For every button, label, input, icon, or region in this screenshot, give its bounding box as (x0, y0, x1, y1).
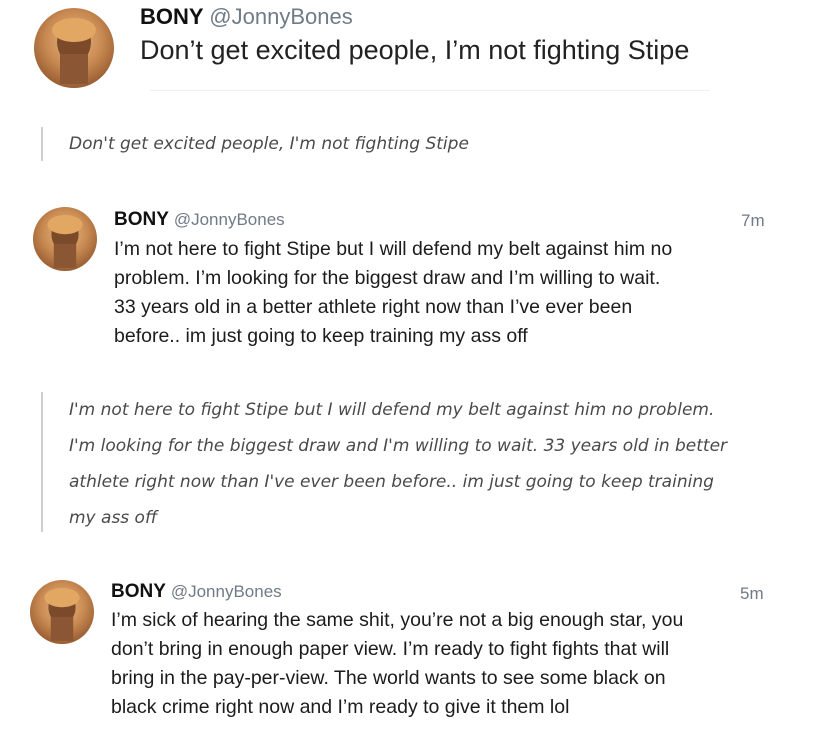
tweet-author[interactable]: BONY @JonnyBones (114, 209, 285, 231)
author-handle[interactable]: @JonnyBones (174, 210, 285, 229)
author-handle[interactable]: @JonnyBones (209, 4, 352, 29)
tweet-line: problem. I’m looking for the biggest dra… (114, 267, 661, 289)
quote-line: Don't get excited people, I'm not fighti… (69, 134, 469, 154)
quote-block: Don't get excited people, I'm not fighti… (41, 127, 469, 161)
tweet-text: I’m sick of hearing the same shit, you’r… (111, 606, 801, 722)
tweet-line: bring in the pay-per-view. The world wan… (111, 667, 666, 689)
tweet-line: I’m sick of hearing the same shit, you’r… (111, 609, 684, 631)
tweet-line: don’t bring in enough paper view. I’m re… (111, 638, 670, 660)
tweet-text: I’m not here to fight Stipe but I will d… (114, 235, 794, 351)
tweet-text: Don’t get excited people, I’m not fighti… (140, 35, 690, 65)
tweet-line: before.. im just going to keep training … (114, 325, 528, 347)
author-handle[interactable]: @JonnyBones (171, 582, 282, 601)
quote-line: I'm looking for the biggest draw and I'm… (69, 436, 728, 456)
tweet-line: I’m not here to fight Stipe but I will d… (114, 238, 673, 260)
avatar-icon[interactable] (30, 580, 94, 644)
avatar-icon[interactable] (33, 207, 97, 271)
author-name: BONY (114, 209, 169, 230)
quote-line: my ass off (69, 508, 158, 528)
tweet-timestamp[interactable]: 7m (741, 211, 765, 231)
tweet-author[interactable]: BONY @JonnyBones (140, 4, 353, 30)
tweet-line: 33 years old in a better athlete right n… (114, 296, 633, 318)
divider (150, 90, 710, 91)
quote-line: athlete right now than I've ever been be… (69, 472, 714, 492)
tweet-author[interactable]: BONY @JonnyBones (111, 581, 282, 603)
quote-block: I'm not here to fight Stipe but I will d… (41, 392, 727, 532)
tweet-timestamp[interactable]: 5m (740, 584, 764, 604)
author-name: BONY (140, 4, 204, 29)
author-name: BONY (111, 581, 166, 602)
tweet-line: black crime right now and I’m ready to g… (111, 696, 570, 718)
quote-line: I'm not here to fight Stipe but I will d… (69, 400, 715, 420)
avatar-icon[interactable] (34, 8, 114, 88)
